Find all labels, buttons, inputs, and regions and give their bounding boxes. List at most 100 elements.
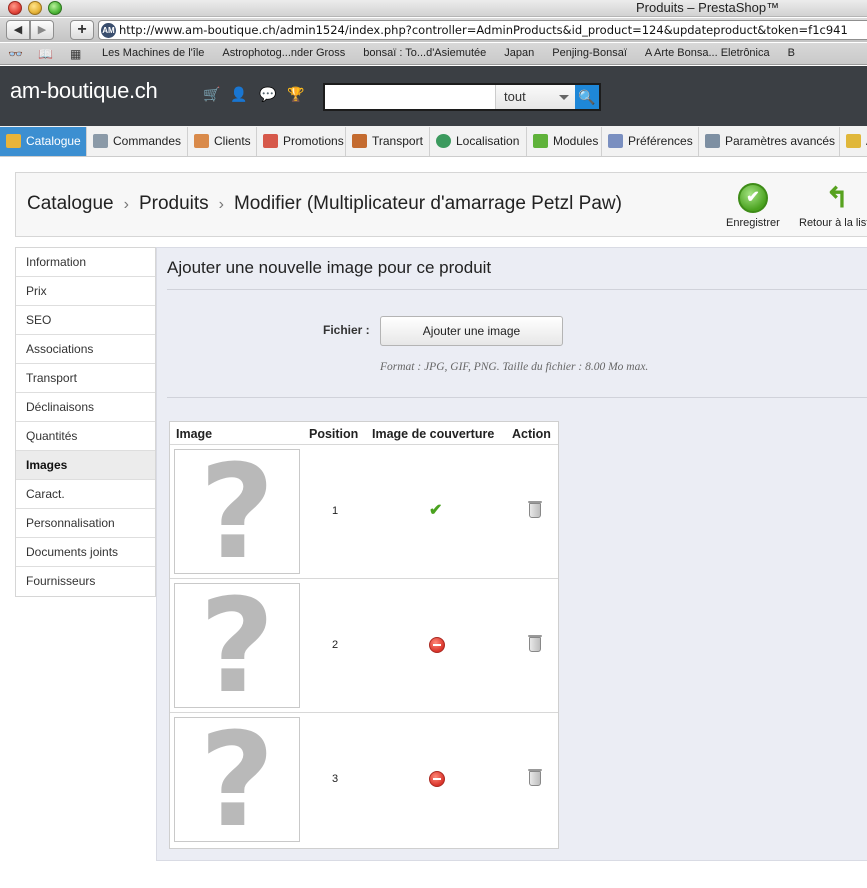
customers-icon[interactable]: 👤 bbox=[230, 86, 247, 103]
divider bbox=[167, 289, 867, 290]
bookmarks-book-icon[interactable]: 📖 bbox=[38, 47, 53, 61]
page-title: Modifier (Multiplicateur d'amarrage Petz… bbox=[233, 193, 622, 214]
file-label: Fichier : bbox=[323, 323, 370, 337]
tab-label: Clients bbox=[214, 134, 251, 148]
sidebar-item-documents-joints[interactable]: Documents joints bbox=[16, 538, 155, 567]
zoom-window-button[interactable] bbox=[48, 1, 62, 15]
minimize-window-button[interactable] bbox=[28, 1, 42, 15]
tab-promotions[interactable]: Promotions bbox=[257, 127, 346, 156]
globe-icon bbox=[436, 134, 451, 148]
table-row: ? 1 ✔ bbox=[170, 444, 558, 578]
forward-button[interactable]: ▶ bbox=[30, 20, 54, 40]
sidebar-item-seo[interactable]: SEO bbox=[16, 306, 155, 335]
chevron-right-icon: › bbox=[218, 196, 224, 213]
chevron-right-icon: › bbox=[123, 196, 129, 213]
tab-commandes[interactable]: Commandes bbox=[87, 127, 188, 156]
address-bar[interactable]: AM http://www.am-boutique.ch/admin1524/i… bbox=[98, 20, 867, 40]
tab-label: Paramètres avancés bbox=[725, 134, 836, 148]
sidebar-item-declinaisons[interactable]: Déclinaisons bbox=[16, 393, 155, 422]
sidebar-item-prix[interactable]: Prix bbox=[16, 277, 155, 306]
column-header-cover: Image de couverture bbox=[372, 427, 495, 441]
checkmark-circle-icon: ✔ bbox=[737, 183, 768, 213]
messages-icon[interactable]: 💬 bbox=[259, 86, 276, 103]
column-header-action: Action bbox=[512, 427, 551, 441]
save-button[interactable]: ✔ Enregistrer bbox=[726, 183, 780, 229]
add-image-button[interactable]: Ajouter une image bbox=[380, 316, 563, 346]
sidebar-item-information[interactable]: Information bbox=[16, 248, 155, 277]
cart-icon bbox=[93, 134, 108, 148]
reading-list-icon[interactable]: 👓 bbox=[8, 47, 23, 61]
divider bbox=[167, 397, 867, 398]
tab-localisation[interactable]: Localisation bbox=[430, 127, 527, 156]
table-row: ? 3 bbox=[170, 712, 558, 846]
preferences-icon bbox=[608, 134, 623, 148]
bookmark-list: Les Machines de l'île Astrophotog...nder … bbox=[102, 47, 813, 59]
tab-preferences[interactable]: Préférences bbox=[602, 127, 699, 156]
promotion-icon bbox=[263, 134, 278, 148]
table-row: ? 2 bbox=[170, 578, 558, 712]
tab-transport[interactable]: Transport bbox=[346, 127, 430, 156]
bookmarks-bar: 👓 📖 ▦ Les Machines de l'île Astrophotog..… bbox=[0, 43, 867, 65]
tab-advanced-parameters[interactable]: Paramètres avancés bbox=[699, 127, 840, 156]
sidebar-item-caract[interactable]: Caract. bbox=[16, 480, 155, 509]
tab-administration[interactable]: A bbox=[840, 127, 867, 156]
cover-checkmark-icon[interactable]: ✔ bbox=[429, 503, 445, 519]
bookmark-item[interactable]: B bbox=[788, 47, 795, 59]
back-button[interactable]: ◀ bbox=[6, 20, 30, 40]
sidebar-item-quantites[interactable]: Quantités bbox=[16, 422, 155, 451]
breadcrumb-catalogue[interactable]: Catalogue bbox=[27, 193, 114, 214]
close-window-button[interactable] bbox=[8, 1, 22, 15]
customer-icon bbox=[194, 134, 209, 148]
truck-icon bbox=[352, 134, 367, 148]
image-position: 1 bbox=[332, 505, 339, 517]
image-placeholder[interactable]: ? bbox=[174, 583, 300, 708]
add-bookmark-button[interactable]: + bbox=[70, 20, 94, 40]
sidebar-item-fournisseurs[interactable]: Fournisseurs bbox=[16, 567, 155, 596]
panel-title: Ajouter une nouvelle image pour ce produ… bbox=[167, 258, 492, 277]
site-favicon-icon: AM bbox=[101, 23, 116, 38]
shop-brand[interactable]: am-boutique.ch bbox=[10, 78, 158, 104]
trash-icon[interactable] bbox=[528, 501, 542, 518]
sidebar-item-associations[interactable]: Associations bbox=[16, 335, 155, 364]
bookmark-item[interactable]: Astrophotog...nder Gross bbox=[222, 47, 345, 59]
trophy-icon[interactable]: 🏆 bbox=[287, 86, 304, 103]
search-icon: 🔍 bbox=[578, 89, 596, 105]
file-format-help: Format : JPG, GIF, PNG. Taille du fichie… bbox=[380, 361, 649, 373]
bookmark-item[interactable]: bonsaï : To...d'Asiemutée bbox=[363, 47, 486, 59]
tab-label: Préférences bbox=[628, 134, 693, 148]
bookmark-item[interactable]: Japan bbox=[504, 47, 534, 59]
tab-label: Promotions bbox=[283, 134, 344, 148]
bookmark-item[interactable]: Les Machines de l'île bbox=[102, 47, 204, 59]
return-arrow-icon: ↰ bbox=[825, 182, 849, 213]
tab-catalogue[interactable]: Catalogue bbox=[0, 127, 87, 156]
search-input[interactable] bbox=[325, 85, 493, 109]
sidebar-item-personnalisation[interactable]: Personnalisation bbox=[16, 509, 155, 538]
sidebar-item-transport[interactable]: Transport bbox=[16, 364, 155, 393]
trash-icon[interactable] bbox=[528, 769, 542, 786]
tab-modules[interactable]: Modules bbox=[527, 127, 602, 156]
image-position: 2 bbox=[332, 639, 339, 651]
tab-clients[interactable]: Clients bbox=[188, 127, 257, 156]
search-scope-select[interactable]: tout bbox=[495, 85, 575, 109]
not-cover-icon[interactable] bbox=[429, 771, 445, 787]
catalogue-icon bbox=[6, 134, 21, 148]
puzzle-icon bbox=[533, 134, 548, 148]
not-cover-icon[interactable] bbox=[429, 637, 445, 653]
bookmark-item[interactable]: A Arte Bonsa... Eletrônica bbox=[645, 47, 770, 59]
trash-icon[interactable] bbox=[528, 635, 542, 652]
search-button[interactable]: 🔍 bbox=[575, 85, 599, 109]
tab-label: Catalogue bbox=[26, 134, 81, 148]
window-title: Produits – PrestaShop™ bbox=[636, 0, 780, 15]
top-sites-grid-icon[interactable]: ▦ bbox=[70, 47, 81, 61]
back-to-list-label: Retour à la liste bbox=[799, 217, 867, 229]
image-placeholder[interactable]: ? bbox=[174, 717, 300, 842]
back-to-list-button[interactable]: ↰ Retour à la liste bbox=[799, 182, 867, 230]
tab-label: Modules bbox=[553, 134, 599, 148]
breadcrumb-produits[interactable]: Produits bbox=[139, 193, 209, 214]
sidebar-item-images[interactable]: Images bbox=[16, 451, 155, 480]
cart-icon[interactable]: 🛒 bbox=[203, 86, 220, 103]
image-placeholder[interactable]: ? bbox=[174, 449, 300, 574]
url-text[interactable]: http://www.am-boutique.ch/admin1524/inde… bbox=[119, 23, 848, 38]
browser-toolbar: ◀ ▶ + AM http://www.am-boutique.ch/admin… bbox=[0, 18, 867, 42]
bookmark-item[interactable]: Penjing-Bonsaï bbox=[552, 47, 627, 59]
